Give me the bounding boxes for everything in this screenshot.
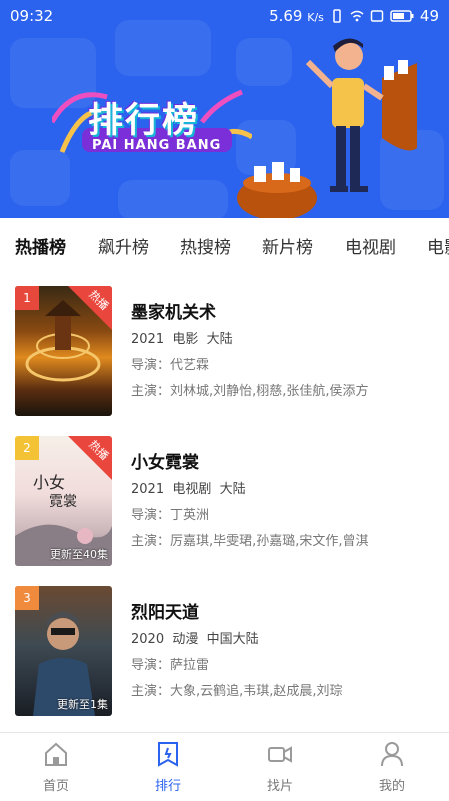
item-cast: 主演：刘林城,刘静怡,栩慈,张佳航,侯添方 xyxy=(131,384,369,399)
episode-update: 更新至40集 xyxy=(50,548,108,561)
nav-profile-label: 我的 xyxy=(378,779,405,794)
nav-home-label: 首页 xyxy=(42,779,69,794)
poster-image[interactable]: 小女 霓裳 2 热播 更新至40集 xyxy=(15,436,112,566)
svg-text:小女: 小女 xyxy=(33,473,65,492)
tab-movie[interactable]: 电影 xyxy=(427,233,449,258)
ranking-icon xyxy=(158,742,178,767)
item-meta: 2021 电影 大陆 xyxy=(131,332,233,347)
status-time: 09:32 xyxy=(10,7,54,25)
svg-text:霓裳: 霓裳 xyxy=(49,494,77,510)
user-icon xyxy=(381,742,403,767)
list-item[interactable]: 小女 霓裳 2 热播 更新至40集 小女霓裳 2021 电视剧 大陆 导演：丁英… xyxy=(0,436,449,576)
tab-hot-play[interactable]: 热播榜 xyxy=(15,233,66,258)
item-title[interactable]: 小女霓裳 xyxy=(131,448,199,473)
item-director: 导演：代艺霖 xyxy=(131,358,210,373)
network-speed: 5.69 K/s xyxy=(269,7,324,25)
list-item[interactable]: 1 热播 墨家机关术 2021 电影 大陆 导演：代艺霖 主演：刘林城,刘静怡,… xyxy=(0,286,449,426)
item-meta: 2021 电视剧 大陆 xyxy=(131,482,246,497)
vibrate-icon xyxy=(333,9,341,23)
item-director: 导演：萨拉雷 xyxy=(131,658,210,673)
item-title[interactable]: 墨家机关术 xyxy=(131,298,216,323)
rank-badge: 1 xyxy=(15,286,39,310)
item-title[interactable]: 烈阳天道 xyxy=(131,598,199,623)
poster-image[interactable]: 1 热播 xyxy=(15,286,112,416)
item-director: 导演：丁英洲 xyxy=(131,508,210,523)
tab-tv-series[interactable]: 电视剧 xyxy=(345,233,396,258)
battery-icon xyxy=(390,10,414,22)
video-camera-icon xyxy=(268,746,292,763)
home-icon xyxy=(45,742,67,766)
list-item[interactable]: 3 更新至1集 烈阳天道 2020 动漫 中国大陆 导演：萨拉雷 主演：大象,云… xyxy=(0,586,449,726)
status-bar: 09:32 5.69 K/s 49 xyxy=(0,0,449,34)
item-meta: 2020 动漫 中国大陆 xyxy=(131,632,259,647)
nav-ranking[interactable]: 排行 xyxy=(112,733,224,801)
tab-hot-search[interactable]: 热搜榜 xyxy=(180,233,231,258)
rank-badge: 2 xyxy=(15,436,39,460)
ranking-tabs: 热播榜 飙升榜 热搜榜 新片榜 电视剧 电影 xyxy=(0,218,449,270)
nav-home[interactable]: 首页 xyxy=(0,733,112,801)
bottom-navigation: 首页 排行 找片 我的 xyxy=(0,732,449,801)
episode-update: 更新至1集 xyxy=(57,698,108,711)
hero-illustration xyxy=(237,38,417,218)
hero-subtitle: PAI HANG BANG xyxy=(92,138,222,153)
tab-new-release[interactable]: 新片榜 xyxy=(262,233,313,258)
screen-icon xyxy=(370,10,384,22)
nav-profile[interactable]: 我的 xyxy=(336,733,448,801)
rank-badge: 3 xyxy=(15,586,39,610)
nav-ranking-label: 排行 xyxy=(154,779,181,794)
item-cast: 主演：大象,云鹤追,韦琪,赵成晨,刘琮 xyxy=(131,684,343,699)
poster-image[interactable]: 3 更新至1集 xyxy=(15,586,112,716)
item-cast: 主演：厉嘉琪,毕雯珺,孙嘉璐,宋文作,曾淇 xyxy=(131,534,369,549)
hero-title: 排行榜 xyxy=(88,101,200,141)
battery-level: 49 xyxy=(419,7,439,25)
nav-find[interactable]: 找片 xyxy=(224,733,336,801)
nav-find-label: 找片 xyxy=(266,779,293,794)
hero-banner: 09:32 5.69 K/s 49 排行榜 PAI HANG BANG xyxy=(0,0,449,218)
wifi-icon xyxy=(350,10,364,22)
tab-rising[interactable]: 飙升榜 xyxy=(98,233,149,258)
